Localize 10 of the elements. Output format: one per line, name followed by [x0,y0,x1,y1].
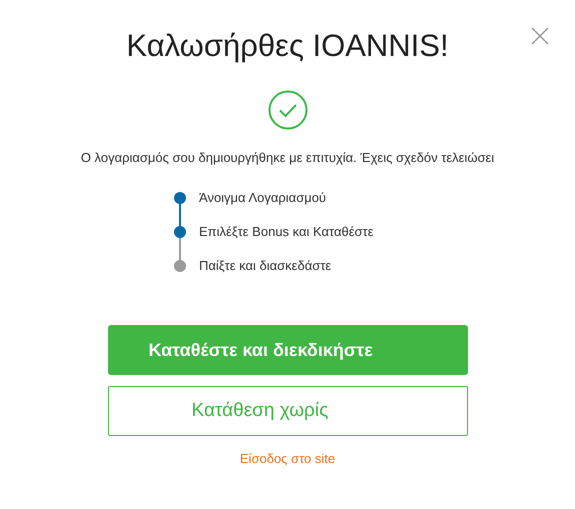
deposit-claim-button[interactable]: Καταθέστε και διεκδικήστε [108,325,468,375]
site-login-link[interactable]: Είσοδος στο site [240,449,336,468]
close-icon[interactable] [531,27,549,45]
check-circle-icon [268,90,308,130]
success-message: Ο λογαριασμός σου δημιουργήθηκε με επιτυχία. Έχεις σχεδόν τελειώσει [80,149,494,167]
step-label: Επιλέξτε Bonus και Καταθέστε [199,223,374,242]
dialog-title: Καλωσήρθες IOANNIS! [126,27,449,65]
step-label: Παίξτε και διασκεδάστε [199,257,332,276]
step-label: Άνοιγμα Λογαριασμού [199,189,326,208]
deposit-without-button[interactable]: Κατάθεση χωρίς [108,386,468,436]
